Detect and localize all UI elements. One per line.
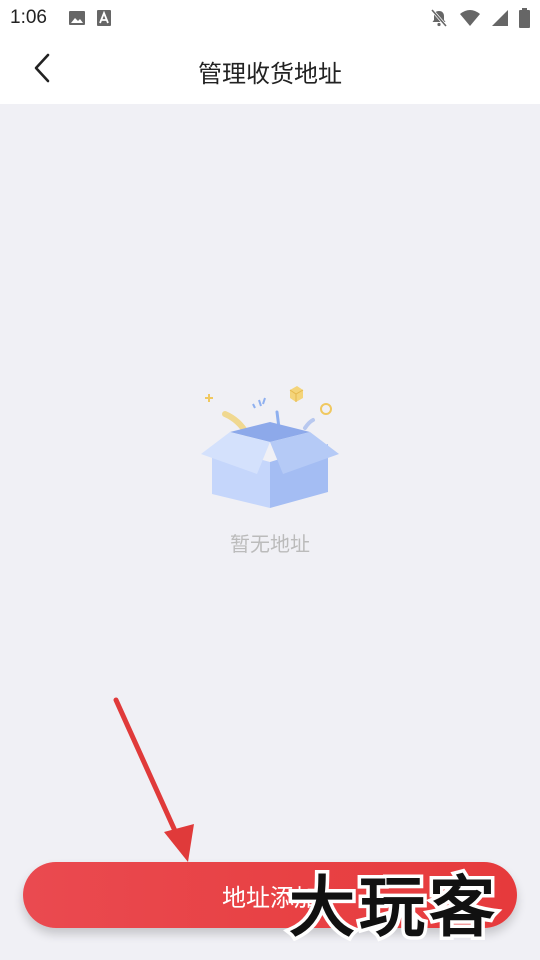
font-a-icon: [96, 9, 112, 31]
watermark-logo: 大玩客: [258, 858, 530, 950]
notifications-off-icon: [429, 8, 449, 32]
image-icon: [68, 9, 86, 31]
empty-box-icon: [195, 378, 345, 510]
empty-state-message: 暂无地址: [230, 532, 310, 556]
wifi-icon: [459, 9, 481, 31]
empty-state: 暂无地址: [0, 370, 540, 570]
annotation-arrow-icon: [100, 690, 210, 870]
signal-icon: [491, 9, 509, 31]
battery-icon: [519, 8, 530, 32]
status-time: 1:06: [10, 7, 47, 28]
navigation-bar: 管理收货地址: [0, 36, 540, 104]
svg-text:大玩客: 大玩客: [289, 869, 499, 946]
page-title: 管理收货地址: [198, 60, 342, 88]
status-bar: 1:06: [0, 0, 540, 36]
